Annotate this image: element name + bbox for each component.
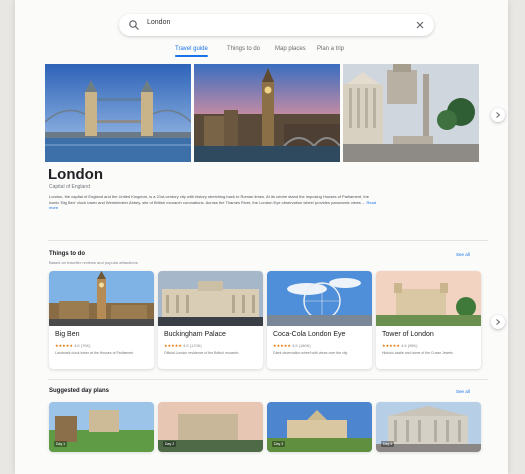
attraction-image bbox=[49, 271, 154, 326]
section-divider bbox=[48, 379, 488, 380]
attraction-description: Historic castle and home of the Crown Je… bbox=[382, 351, 453, 355]
attraction-description: Official London residence of the British… bbox=[164, 351, 239, 355]
suggested-plans-see-all-link[interactable]: See all bbox=[456, 389, 470, 394]
attraction-name: Buckingham Palace bbox=[164, 331, 226, 338]
plan-tag: Day 3 bbox=[272, 441, 286, 447]
things-to-do-see-all-link[interactable]: See all bbox=[456, 252, 470, 257]
plan-tag: Day 1 bbox=[54, 441, 68, 447]
things-to-do-next-button[interactable] bbox=[491, 315, 505, 329]
hero-image-tower-bridge[interactable] bbox=[45, 64, 191, 162]
search-icon bbox=[129, 20, 139, 30]
plan-tag: Day 2 bbox=[163, 441, 177, 447]
search-bar[interactable]: London bbox=[119, 14, 434, 36]
attraction-rating: ★★★★★ 4.5 (170K) bbox=[164, 343, 202, 348]
things-to-do-title: Things to do bbox=[49, 251, 85, 257]
hero-image-trafalgar-square[interactable] bbox=[343, 64, 479, 162]
chevron-right-icon bbox=[496, 319, 501, 325]
attraction-rating: ★★★★★ 4.5 (180K) bbox=[273, 343, 311, 348]
star-rating: ★★★★★ bbox=[273, 343, 291, 348]
attraction-image bbox=[376, 271, 481, 326]
attraction-image bbox=[158, 271, 263, 326]
attraction-description: Giant observation wheel with views over … bbox=[273, 351, 348, 355]
search-input[interactable]: London bbox=[147, 19, 170, 26]
tab-plan-a-trip[interactable]: Plan a trip bbox=[317, 44, 344, 54]
suggested-plans-title: Suggested day plans bbox=[49, 388, 110, 394]
day-plan-card[interactable]: Day 2 bbox=[158, 402, 263, 452]
rating-count: 4.6 (95K) bbox=[401, 343, 418, 348]
attraction-image bbox=[267, 271, 372, 326]
attraction-name: Big Ben bbox=[55, 331, 80, 338]
star-rating: ★★★★★ bbox=[55, 343, 73, 348]
day-plan-card[interactable]: Day 4 bbox=[376, 402, 481, 452]
close-icon[interactable] bbox=[415, 20, 425, 30]
hero-next-button[interactable] bbox=[491, 108, 505, 122]
description-text: London, the capital of England and the U… bbox=[49, 194, 369, 205]
day-plan-card[interactable]: Day 1 bbox=[49, 402, 154, 452]
chevron-right-icon bbox=[496, 112, 501, 118]
star-rating: ★★★★★ bbox=[382, 343, 400, 348]
attraction-name: Tower of London bbox=[382, 331, 434, 338]
rating-count: 4.5 (170K) bbox=[183, 343, 202, 348]
attraction-rating: ★★★★★ 4.6 (95K) bbox=[382, 343, 418, 348]
day-plan-card[interactable]: Day 3 bbox=[267, 402, 372, 452]
section-divider bbox=[48, 240, 488, 241]
tab-travel-guide[interactable]: Travel guide bbox=[175, 44, 208, 57]
tab-bar: Travel guide Things to do Map places Pla… bbox=[15, 44, 508, 58]
things-to-do-subtitle: Based on traveller reviews and popular a… bbox=[49, 260, 138, 265]
plan-tag: Day 4 bbox=[381, 441, 395, 447]
attraction-card-big-ben[interactable]: Big Ben ★★★★★ 4.6 (70K) Landmark clock t… bbox=[49, 271, 154, 369]
attraction-name: Coca-Cola London Eye bbox=[273, 331, 346, 338]
travel-guide-page: London Travel guide Things to do Map pla… bbox=[15, 0, 508, 474]
attraction-card-buckingham-palace[interactable]: Buckingham Palace ★★★★★ 4.5 (170K) Offic… bbox=[158, 271, 263, 369]
hero-image-big-ben[interactable] bbox=[194, 64, 340, 162]
attraction-rating: ★★★★★ 4.6 (70K) bbox=[55, 343, 91, 348]
star-rating: ★★★★★ bbox=[164, 343, 182, 348]
attraction-card-london-eye[interactable]: Coca-Cola London Eye ★★★★★ 4.5 (180K) Gi… bbox=[267, 271, 372, 369]
place-subtitle: Capital of England bbox=[49, 184, 90, 190]
place-description: London, the capital of England and the U… bbox=[49, 194, 379, 211]
attraction-description: Landmark clock tower at the Houses of Pa… bbox=[55, 351, 134, 355]
tab-map-places[interactable]: Map places bbox=[275, 44, 306, 54]
page-title: London bbox=[48, 166, 103, 183]
rating-count: 4.5 (180K) bbox=[292, 343, 311, 348]
tab-things-to-do[interactable]: Things to do bbox=[227, 44, 260, 54]
attraction-card-tower-of-london[interactable]: Tower of London ★★★★★ 4.6 (95K) Historic… bbox=[376, 271, 481, 369]
rating-count: 4.6 (70K) bbox=[74, 343, 91, 348]
